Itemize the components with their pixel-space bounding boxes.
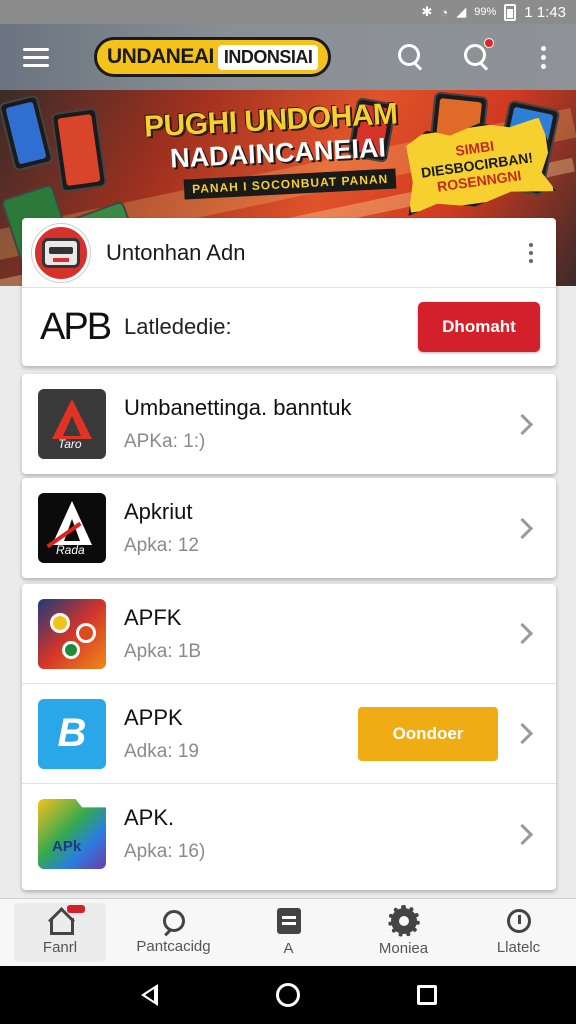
colorful-flower-app-icon — [38, 598, 106, 669]
back-button[interactable] — [119, 970, 179, 1020]
app-meta: Adka: 19 — [124, 740, 199, 762]
home-icon — [47, 905, 85, 935]
battery-icon — [504, 3, 517, 21]
bluetooth-icon: ✱ — [421, 4, 433, 19]
app-name: APFK — [124, 604, 182, 630]
nav-label: Moniea — [378, 940, 429, 957]
search-icon — [398, 44, 424, 70]
bottom-navigation: Fanrl Pantcacidg A Moniea Llatelc — [0, 898, 576, 966]
app-meta: APKa: 1:) — [124, 431, 206, 452]
hamburger-menu-icon — [23, 55, 49, 59]
nav-item-chat[interactable]: Pantcacidg — [116, 899, 231, 966]
nav-label: A — [283, 940, 294, 957]
phone-illustration — [0, 94, 54, 172]
nav-label: Llatelc — [496, 939, 541, 956]
notification-dot — [484, 38, 494, 48]
hamburger-menu-button[interactable] — [0, 24, 72, 90]
app-bar: UNDANEAI INDONSIAI — [0, 24, 576, 90]
chevron-right-icon[interactable] — [510, 819, 540, 849]
brand-part1: UNDANEAI — [107, 45, 214, 68]
gradient-folder-app-icon: APk — [38, 799, 106, 869]
featured-code: APB — [40, 305, 112, 348]
status-bar: ✱ ◔ ◢ 99% 1 1:43 — [0, 0, 576, 24]
list-item[interactable]: B APPK Adka: 19 Oondoer — [22, 684, 556, 784]
nav-item-document[interactable]: A — [231, 899, 346, 966]
list-item[interactable]: APk APK. Apka: 16) — [22, 784, 556, 884]
nav-item-settings[interactable]: Moniea — [346, 899, 461, 966]
install-button[interactable]: Oondoer — [358, 706, 498, 761]
chevron-right-icon[interactable] — [510, 513, 540, 543]
nav-label: Pantcacidg — [136, 938, 211, 955]
app-meta: Apka: 12 — [124, 535, 199, 556]
app-list-group-3: APFK Apka: 1B B APPK Adka: 19 Oondoer AP… — [22, 584, 556, 890]
app-name: Umbanettinga. banntuk — [124, 395, 352, 420]
app-list-group-2: Rada Apkriut Apka: 12 — [22, 478, 556, 578]
back-icon — [140, 984, 158, 1006]
download-button[interactable]: Dhomaht — [418, 302, 540, 352]
list-item[interactable]: APFK Apka: 1B — [22, 584, 556, 684]
app-meta: Apka: 16) — [124, 841, 206, 862]
overflow-menu-button[interactable] — [510, 24, 576, 90]
status-time: 1 1:43 — [524, 3, 566, 21]
search-button[interactable] — [378, 24, 444, 90]
robot-avatar-icon — [32, 223, 90, 282]
search-notification-button[interactable] — [444, 24, 510, 90]
signal-icon: ◢ — [456, 4, 467, 19]
brand-logo: UNDANEAI INDONSIAI — [94, 37, 332, 77]
home-circle-icon — [275, 983, 300, 1007]
overflow-menu-icon — [529, 242, 533, 263]
battery-percent: 99% — [474, 6, 497, 18]
featured-app-card: Untonhan Adn APB Latlededie: Dhomaht — [22, 218, 556, 366]
nav-label: Fanrl — [42, 939, 78, 956]
nav-item-info[interactable]: Llatelc — [461, 899, 576, 966]
featured-title: Untonhan Adn — [106, 239, 246, 265]
banner-burst: SIMBI DIESBOCIRBAN! ROSENNGNI — [397, 114, 557, 216]
phone-illustration — [50, 107, 108, 193]
app-name: Apkriut — [124, 499, 193, 524]
home-button[interactable] — [258, 970, 318, 1020]
document-icon — [276, 908, 301, 934]
featured-label: Latlededie: — [124, 314, 232, 339]
chevron-right-icon[interactable] — [510, 619, 540, 649]
gear-icon — [387, 905, 420, 937]
search-notification-icon — [464, 44, 490, 70]
chat-icon — [162, 910, 185, 932]
brand-part2: INDONSIAI — [217, 44, 319, 70]
app-meta: Apka: 1B — [124, 640, 202, 662]
system-navigation-bar — [0, 966, 576, 1024]
overflow-menu-icon — [540, 45, 546, 69]
app-name: APK. — [124, 805, 175, 830]
chevron-right-icon[interactable] — [510, 719, 540, 749]
chevron-right-icon[interactable] — [510, 409, 540, 439]
blue-b-app-icon: B — [38, 698, 106, 769]
wifi-icon: ◔ — [440, 4, 449, 20]
featured-overflow-button[interactable] — [506, 228, 556, 278]
red-triangle-app-icon: Taro — [38, 389, 106, 459]
nav-item-home[interactable]: Fanrl — [14, 903, 106, 962]
list-item[interactable]: Rada Apkriut Apka: 12 — [22, 478, 556, 578]
app-list-group-1: Taro Umbanettinga. banntuk APKa: 1:) — [22, 374, 556, 474]
info-icon — [506, 909, 531, 933]
list-item[interactable]: Taro Umbanettinga. banntuk APKa: 1:) — [22, 374, 556, 474]
black-triangle-app-icon: Rada — [38, 493, 106, 563]
recents-button[interactable] — [397, 970, 457, 1020]
recents-icon — [416, 985, 437, 1005]
app-name: APPK — [124, 704, 183, 730]
